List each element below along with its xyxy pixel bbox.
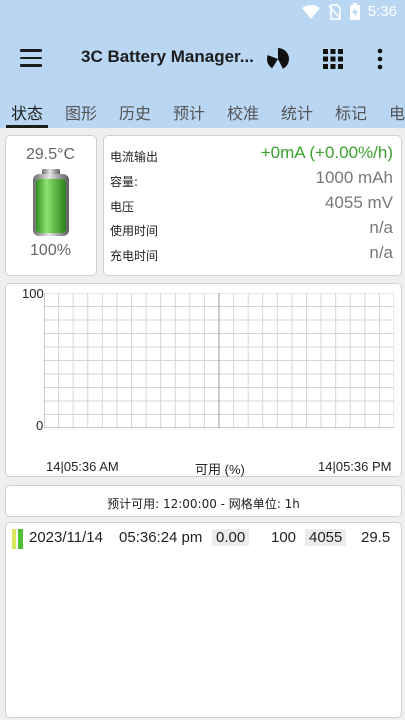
status-bar: 5:36	[0, 0, 405, 27]
tab-statistics[interactable]: 统计	[281, 100, 313, 124]
battery-chart-card[interactable]: 100 0 14|05:36 AM 可用 (%) 14|05:36 PM	[5, 283, 402, 477]
chart-plot-area	[44, 293, 394, 428]
battery-charging-icon	[349, 3, 360, 20]
capacity-label: 容量:	[110, 175, 139, 189]
battery-level-text: 100%	[30, 242, 71, 259]
charge-time-value: n/a	[369, 243, 393, 262]
tab-status[interactable]: 状态	[11, 100, 43, 124]
tab-bar: 状态 图形 历史 预计 校准 统计 标记 电	[0, 91, 405, 128]
level-indicator-yellow	[12, 529, 16, 549]
prediction-bar[interactable]: 预计可用: 12:00:00 - 网格单位: 1h	[5, 485, 402, 517]
tab-calibrate[interactable]: 校准	[227, 100, 259, 124]
log-voltage: 4055	[305, 529, 347, 546]
wifi-icon	[301, 4, 320, 19]
no-sim-icon	[328, 3, 342, 20]
battery-temperature: 29.5°C	[25, 146, 76, 163]
menu-button[interactable]	[20, 49, 42, 67]
log-card[interactable]: 2023/11/14 05:36:24 pm 0.00 100 4055 29.…	[5, 522, 402, 718]
x-axis-label: 可用 (%)	[195, 462, 245, 477]
voltage-value: 4055 mV	[324, 193, 393, 212]
tab-history[interactable]: 历史	[119, 100, 151, 124]
x-end-label: 14|05:36 PM	[318, 459, 392, 474]
log-time: 05:36:24 pm	[119, 529, 203, 546]
app-bar: 3C Battery Manager...	[0, 27, 405, 91]
tab-marks[interactable]: 标记	[335, 100, 367, 124]
log-temperature: 29.5	[361, 529, 391, 546]
usage-time-label: 使用时间	[110, 224, 159, 238]
log-level: 100	[271, 529, 297, 546]
y-min-label: 0	[36, 418, 44, 433]
capacity-value: 1000 mAh	[315, 168, 394, 187]
log-rate: 0.00	[212, 529, 250, 546]
prediction-text: 预计可用: 12:00:00 - 网格单位: 1h	[107, 497, 300, 511]
app-title: 3C Battery Manager...	[81, 47, 254, 66]
battery-card[interactable]: 29.5°C 100%	[5, 135, 97, 276]
log-row[interactable]: 2023/11/14 05:36:24 pm 0.00 100 4055 29.…	[6, 523, 401, 555]
charge-time-label: 充电时间	[110, 249, 159, 263]
tab-estimate[interactable]: 预计	[173, 100, 205, 124]
battery-level-icon	[33, 169, 69, 236]
y-max-label: 100	[22, 286, 44, 301]
tab-more[interactable]: 电	[389, 100, 405, 124]
current-label: 电流输出	[110, 150, 159, 164]
status-icons: 5:36	[301, 3, 397, 20]
grid-view-icon[interactable]	[322, 48, 344, 70]
current-value: +0mA (+0.00%/h)	[260, 143, 393, 162]
voltage-label: 电压	[110, 200, 135, 214]
more-options-icon[interactable]	[372, 47, 388, 71]
active-tab-indicator	[6, 125, 48, 128]
battery-info-card[interactable]: 电流输出 +0mA (+0.00%/h) 容量: 1000 mAh 电压 405…	[103, 135, 402, 276]
status-time: 5:36	[367, 3, 397, 20]
level-indicator-green	[18, 529, 23, 549]
tab-graph[interactable]: 图形	[65, 100, 97, 124]
usage-time-value: n/a	[369, 218, 393, 237]
log-date: 2023/11/14	[29, 529, 103, 546]
pie-chart-icon[interactable]	[266, 47, 290, 71]
x-start-label: 14|05:36 AM	[46, 459, 119, 474]
